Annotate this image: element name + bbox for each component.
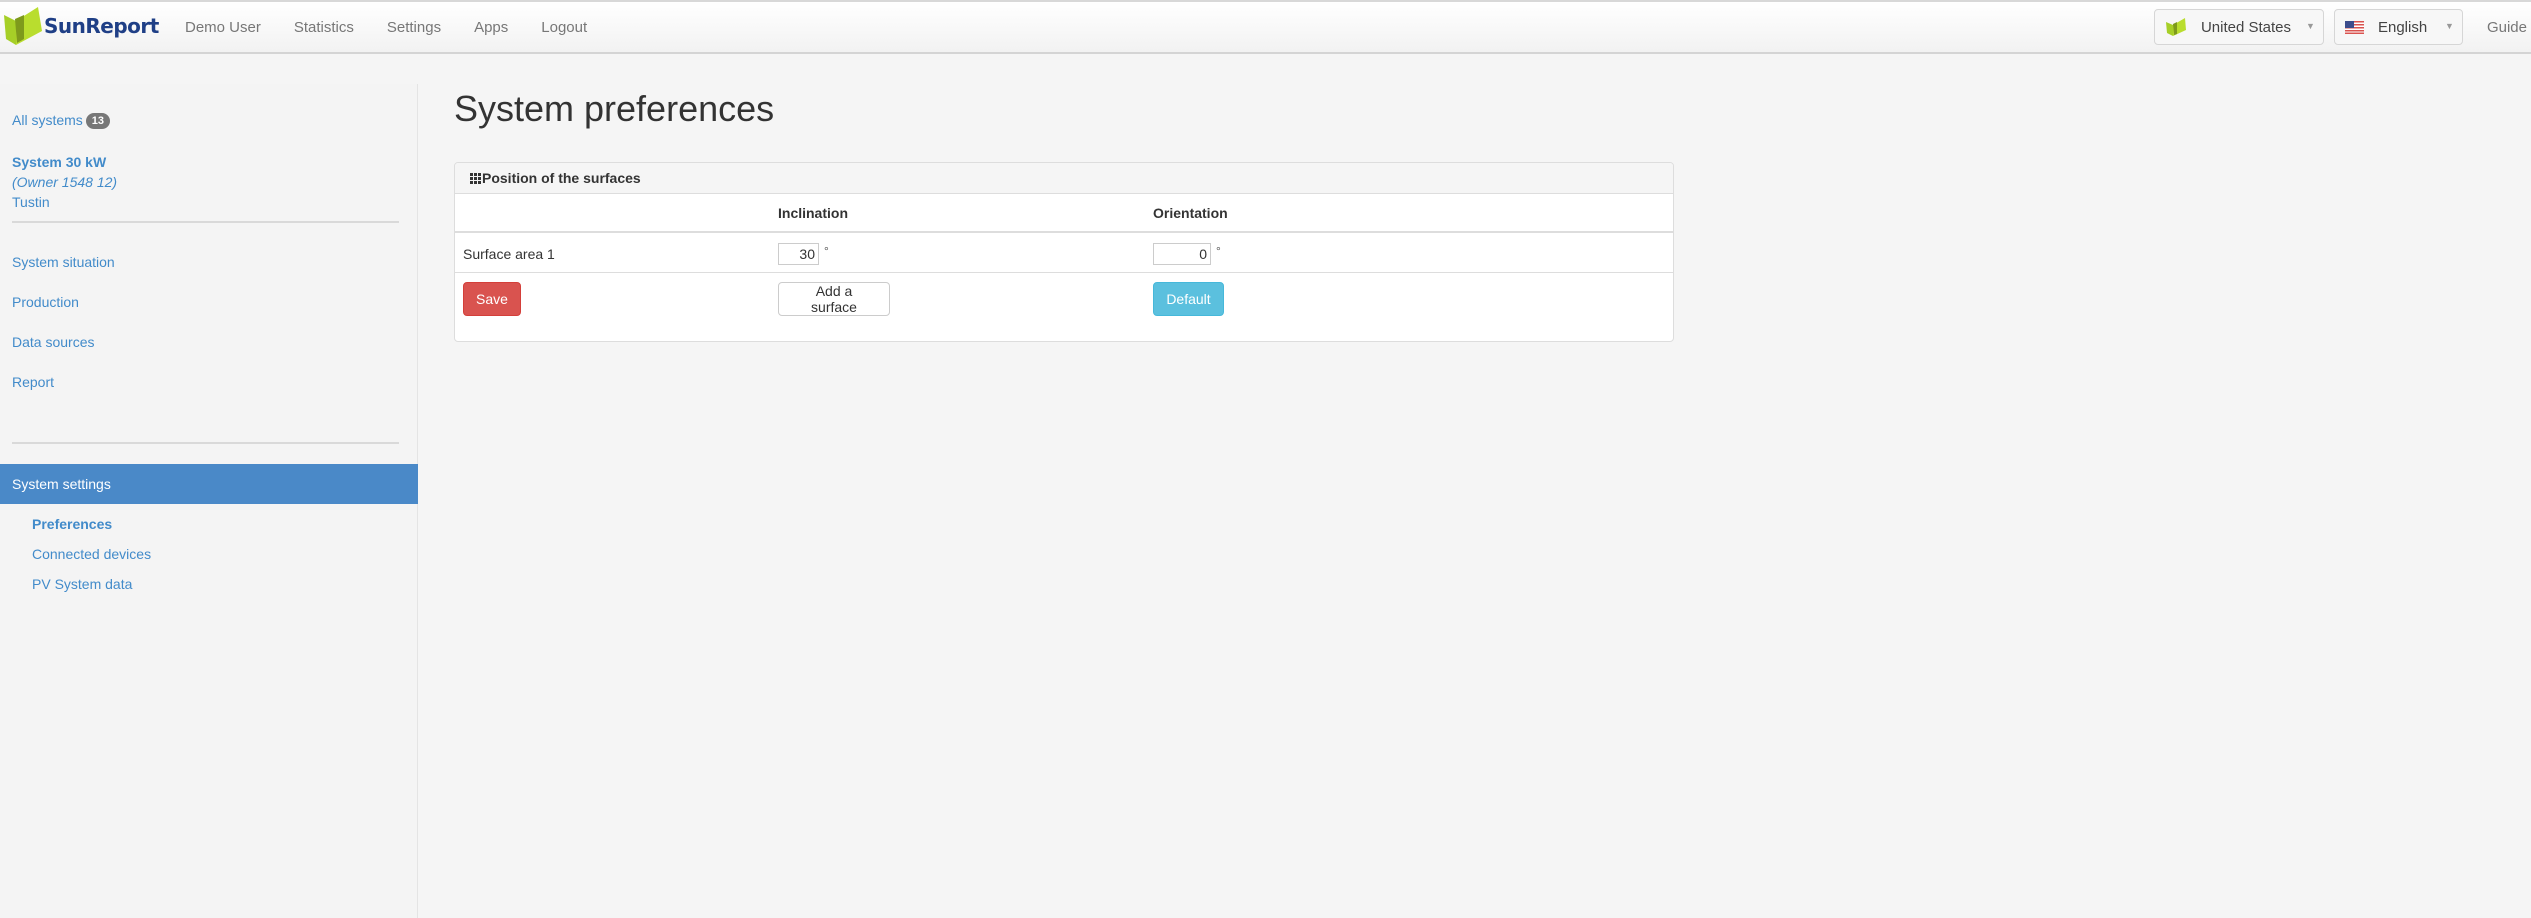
add-surface-button[interactable]: Add a surface — [778, 282, 890, 316]
nav-settings[interactable]: Settings — [372, 19, 459, 36]
sidebar: All systems 13 System 30 kW (Owner 1548 1… — [0, 84, 418, 918]
save-button[interactable]: Save — [463, 282, 521, 316]
system-name[interactable]: System 30 kW — [12, 152, 117, 172]
sidebar-item-production[interactable]: Production — [12, 294, 79, 310]
grid-icon — [470, 172, 481, 184]
brand-name: SunReport — [44, 14, 159, 38]
panel-title: Position of the surfaces — [482, 170, 641, 186]
sidebar-subitem-preferences[interactable]: Preferences — [32, 516, 112, 532]
all-systems-link[interactable]: All systems 13 — [12, 112, 111, 129]
degree-unit: ° — [1216, 243, 1221, 258]
sidebar-divider — [12, 221, 399, 223]
nav-logout[interactable]: Logout — [526, 19, 605, 36]
sidebar-item-data-sources[interactable]: Data sources — [12, 334, 94, 350]
sidebar-item-system-settings[interactable]: System settings — [0, 464, 418, 504]
systems-count-badge: 13 — [85, 113, 111, 129]
nav-statistics[interactable]: Statistics — [279, 19, 372, 36]
sidebar-subitem-pv-system-data[interactable]: PV System data — [32, 576, 132, 592]
surfaces-panel: Position of the surfaces Inclination Ori… — [454, 162, 1674, 342]
language-select[interactable]: English ▼ — [2333, 9, 2463, 45]
column-header-orientation: Orientation — [1153, 205, 1228, 221]
system-owner: (Owner 1548 12) — [12, 174, 118, 190]
table-header: Inclination Orientation — [455, 195, 1673, 233]
sidebar-item-report[interactable]: Report — [12, 374, 54, 390]
system-city: Tustin — [12, 194, 50, 210]
nav-apps[interactable]: Apps — [459, 19, 526, 36]
nav-demo-user[interactable]: Demo User — [170, 19, 279, 36]
brand-logo[interactable]: SunReport — [2, 4, 159, 48]
sunreport-leaf-icon — [2165, 18, 2186, 36]
chevron-down-icon: ▼ — [2306, 21, 2315, 31]
table-row: Surface area 1 ° ° — [455, 235, 1673, 273]
sidebar-divider — [12, 442, 399, 444]
default-button[interactable]: Default — [1153, 282, 1224, 316]
page-title: System preferences — [454, 88, 775, 129]
top-navbar: SunReport Demo User Statistics Settings … — [0, 0, 2531, 54]
all-systems-label[interactable]: All systems — [12, 112, 83, 128]
surface-label: Surface area 1 — [463, 245, 555, 262]
sunreport-logo-icon — [4, 7, 42, 45]
us-flag-icon — [2344, 20, 2364, 34]
current-system-info: System 30 kW (Owner 1548 12) Tustin — [12, 152, 117, 212]
chevron-down-icon: ▼ — [2445, 21, 2454, 31]
orientation-input[interactable] — [1153, 242, 1211, 265]
language-select-value: English — [2377, 18, 2428, 36]
degree-unit: ° — [824, 243, 829, 258]
country-select[interactable]: United States ▼ — [2153, 9, 2324, 45]
nav-guide[interactable]: Guide — [2473, 19, 2531, 36]
panel-header: Position of the surfaces — [455, 163, 1673, 194]
column-header-inclination: Inclination — [778, 205, 848, 221]
sidebar-subitem-connected-devices[interactable]: Connected devices — [32, 546, 151, 562]
country-select-value: United States — [2200, 18, 2292, 36]
sidebar-item-system-situation[interactable]: System situation — [12, 254, 115, 270]
inclination-input[interactable] — [778, 242, 819, 265]
actions-row: Save Add a surface Default — [455, 274, 1673, 324]
